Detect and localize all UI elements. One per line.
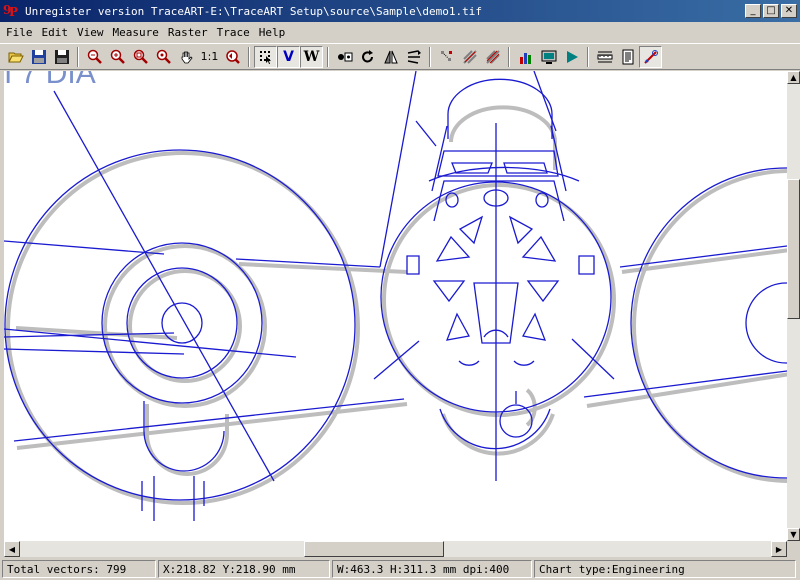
scrollbar-corner (787, 541, 800, 557)
preview-button[interactable] (537, 46, 560, 68)
zoom-out-icon (87, 49, 102, 64)
arrow-down-icon: ▼ (790, 530, 797, 539)
trace-all-icon (485, 49, 500, 64)
bar-chart-icon (519, 52, 531, 64)
separator (77, 46, 79, 67)
zoom-previous-icon (225, 49, 240, 64)
zoom-in-icon (110, 49, 125, 64)
zoom-actual-button[interactable]: 1:1 (198, 46, 221, 68)
folder-open-icon (7, 52, 24, 62)
deskew-button[interactable] (402, 46, 425, 68)
mirror-button[interactable] (379, 46, 402, 68)
hand-icon (181, 51, 193, 63)
menu-bar: File Edit View Measure Raster Trace Help (0, 22, 800, 42)
trace-lines-button[interactable] (458, 46, 481, 68)
separator (248, 46, 250, 67)
monitor-icon (541, 50, 556, 64)
menu-raster[interactable]: Raster (164, 26, 212, 39)
scroll-up-button[interactable]: ▲ (787, 71, 800, 84)
pan-button[interactable] (175, 46, 198, 68)
rotate-icon (361, 49, 373, 62)
arrow-up-icon: ▲ (790, 73, 797, 82)
zoom-window-icon (133, 49, 148, 64)
status-chart-type: Chart type:Engineering (534, 560, 796, 578)
arrow-left-icon: ◀ (8, 544, 16, 554)
despeckle-button[interactable] (333, 46, 356, 68)
floppy-icon (31, 49, 46, 64)
vector-layer (4, 71, 787, 521)
zoom-all-icon (156, 49, 171, 64)
app-icon[interactable]: 9P (3, 3, 21, 19)
horizontal-scroll-thumb[interactable] (304, 541, 444, 557)
run-button[interactable] (560, 46, 583, 68)
status-image-size: W:463.3 H:311.3 mm dpi:400 (332, 560, 532, 578)
play-icon (566, 50, 578, 63)
title-bar: 9P Unregister version TraceART-E:\TraceA… (0, 0, 800, 22)
mirror-icon (383, 50, 398, 63)
separator (327, 46, 329, 67)
ruler-icon (597, 51, 612, 62)
arrow-right-icon: ▶ (775, 544, 783, 554)
separator (587, 46, 589, 67)
scroll-down-button[interactable]: ▼ (787, 528, 800, 541)
raster-layer (6, 105, 787, 505)
vertical-scrollbar[interactable]: ▲ ▼ (787, 71, 800, 541)
measure-button[interactable] (593, 46, 616, 68)
despeckle-icon (337, 52, 352, 61)
status-bar: Total vectors: 799 X:218.82 Y:218.90 mm … (0, 558, 800, 580)
separator (429, 46, 431, 67)
status-total-vectors: Total vectors: 799 (2, 560, 156, 578)
menu-view[interactable]: View (73, 26, 108, 39)
status-coordinates: X:218.82 Y:218.90 mm (158, 560, 330, 578)
toolbar: 1:1 V W (0, 43, 800, 70)
zoom-all-button[interactable] (152, 46, 175, 68)
close-button[interactable]: ✕ (781, 4, 797, 18)
zoom-previous-button[interactable] (221, 46, 244, 68)
menu-file[interactable]: File (2, 26, 37, 39)
maximize-button[interactable]: □ (763, 4, 779, 18)
deskew-icon (407, 49, 421, 64)
vector-edit-button[interactable] (435, 46, 458, 68)
scroll-right-button[interactable]: ▶ (771, 541, 787, 557)
horizontal-scrollbar[interactable]: ◀ ▶ (4, 541, 787, 557)
pick-tool-icon (643, 49, 658, 64)
menu-trace[interactable]: Trace (213, 26, 254, 39)
minimize-icon: _ (750, 5, 756, 16)
scroll-left-button[interactable]: ◀ (4, 541, 20, 557)
save-raster-button[interactable] (27, 46, 50, 68)
width-mode-button[interactable]: W (300, 45, 323, 68)
zoom-in-button[interactable] (106, 46, 129, 68)
trace-all-button[interactable] (481, 46, 504, 68)
vector-edit-icon (440, 50, 452, 61)
maximize-icon: □ (766, 5, 776, 16)
trace-lines-icon (462, 49, 477, 64)
zoom-out-button[interactable] (83, 46, 106, 68)
window-title: Unregister version TraceART-E:\TraceART … (25, 4, 482, 18)
zoom-window-button[interactable] (129, 46, 152, 68)
vertical-scroll-thumb[interactable] (787, 179, 800, 319)
drawing-vectors: I 7 DIA (4, 71, 787, 521)
menu-edit[interactable]: Edit (38, 26, 73, 39)
menu-measure[interactable]: Measure (109, 26, 163, 39)
properties-button[interactable] (616, 46, 639, 68)
floppy-icon (54, 49, 69, 64)
vector-mode-button[interactable]: V (277, 45, 300, 68)
raster-dots-icon (259, 50, 271, 64)
save-button[interactable] (50, 46, 73, 68)
drawing-canvas[interactable]: I 7 DIA (4, 71, 787, 541)
menu-help[interactable]: Help (255, 26, 290, 39)
rotate-button[interactable] (356, 46, 379, 68)
raster-mode-button[interactable] (254, 45, 277, 68)
minimize-button[interactable]: _ (745, 4, 761, 18)
annotation-text: I 7 DIA (4, 71, 96, 90)
document-icon (622, 49, 633, 64)
statistics-button[interactable] (514, 46, 537, 68)
close-icon: ✕ (784, 5, 794, 16)
open-button[interactable] (4, 46, 27, 68)
separator (508, 46, 510, 67)
pick-tool-button[interactable] (639, 45, 662, 68)
